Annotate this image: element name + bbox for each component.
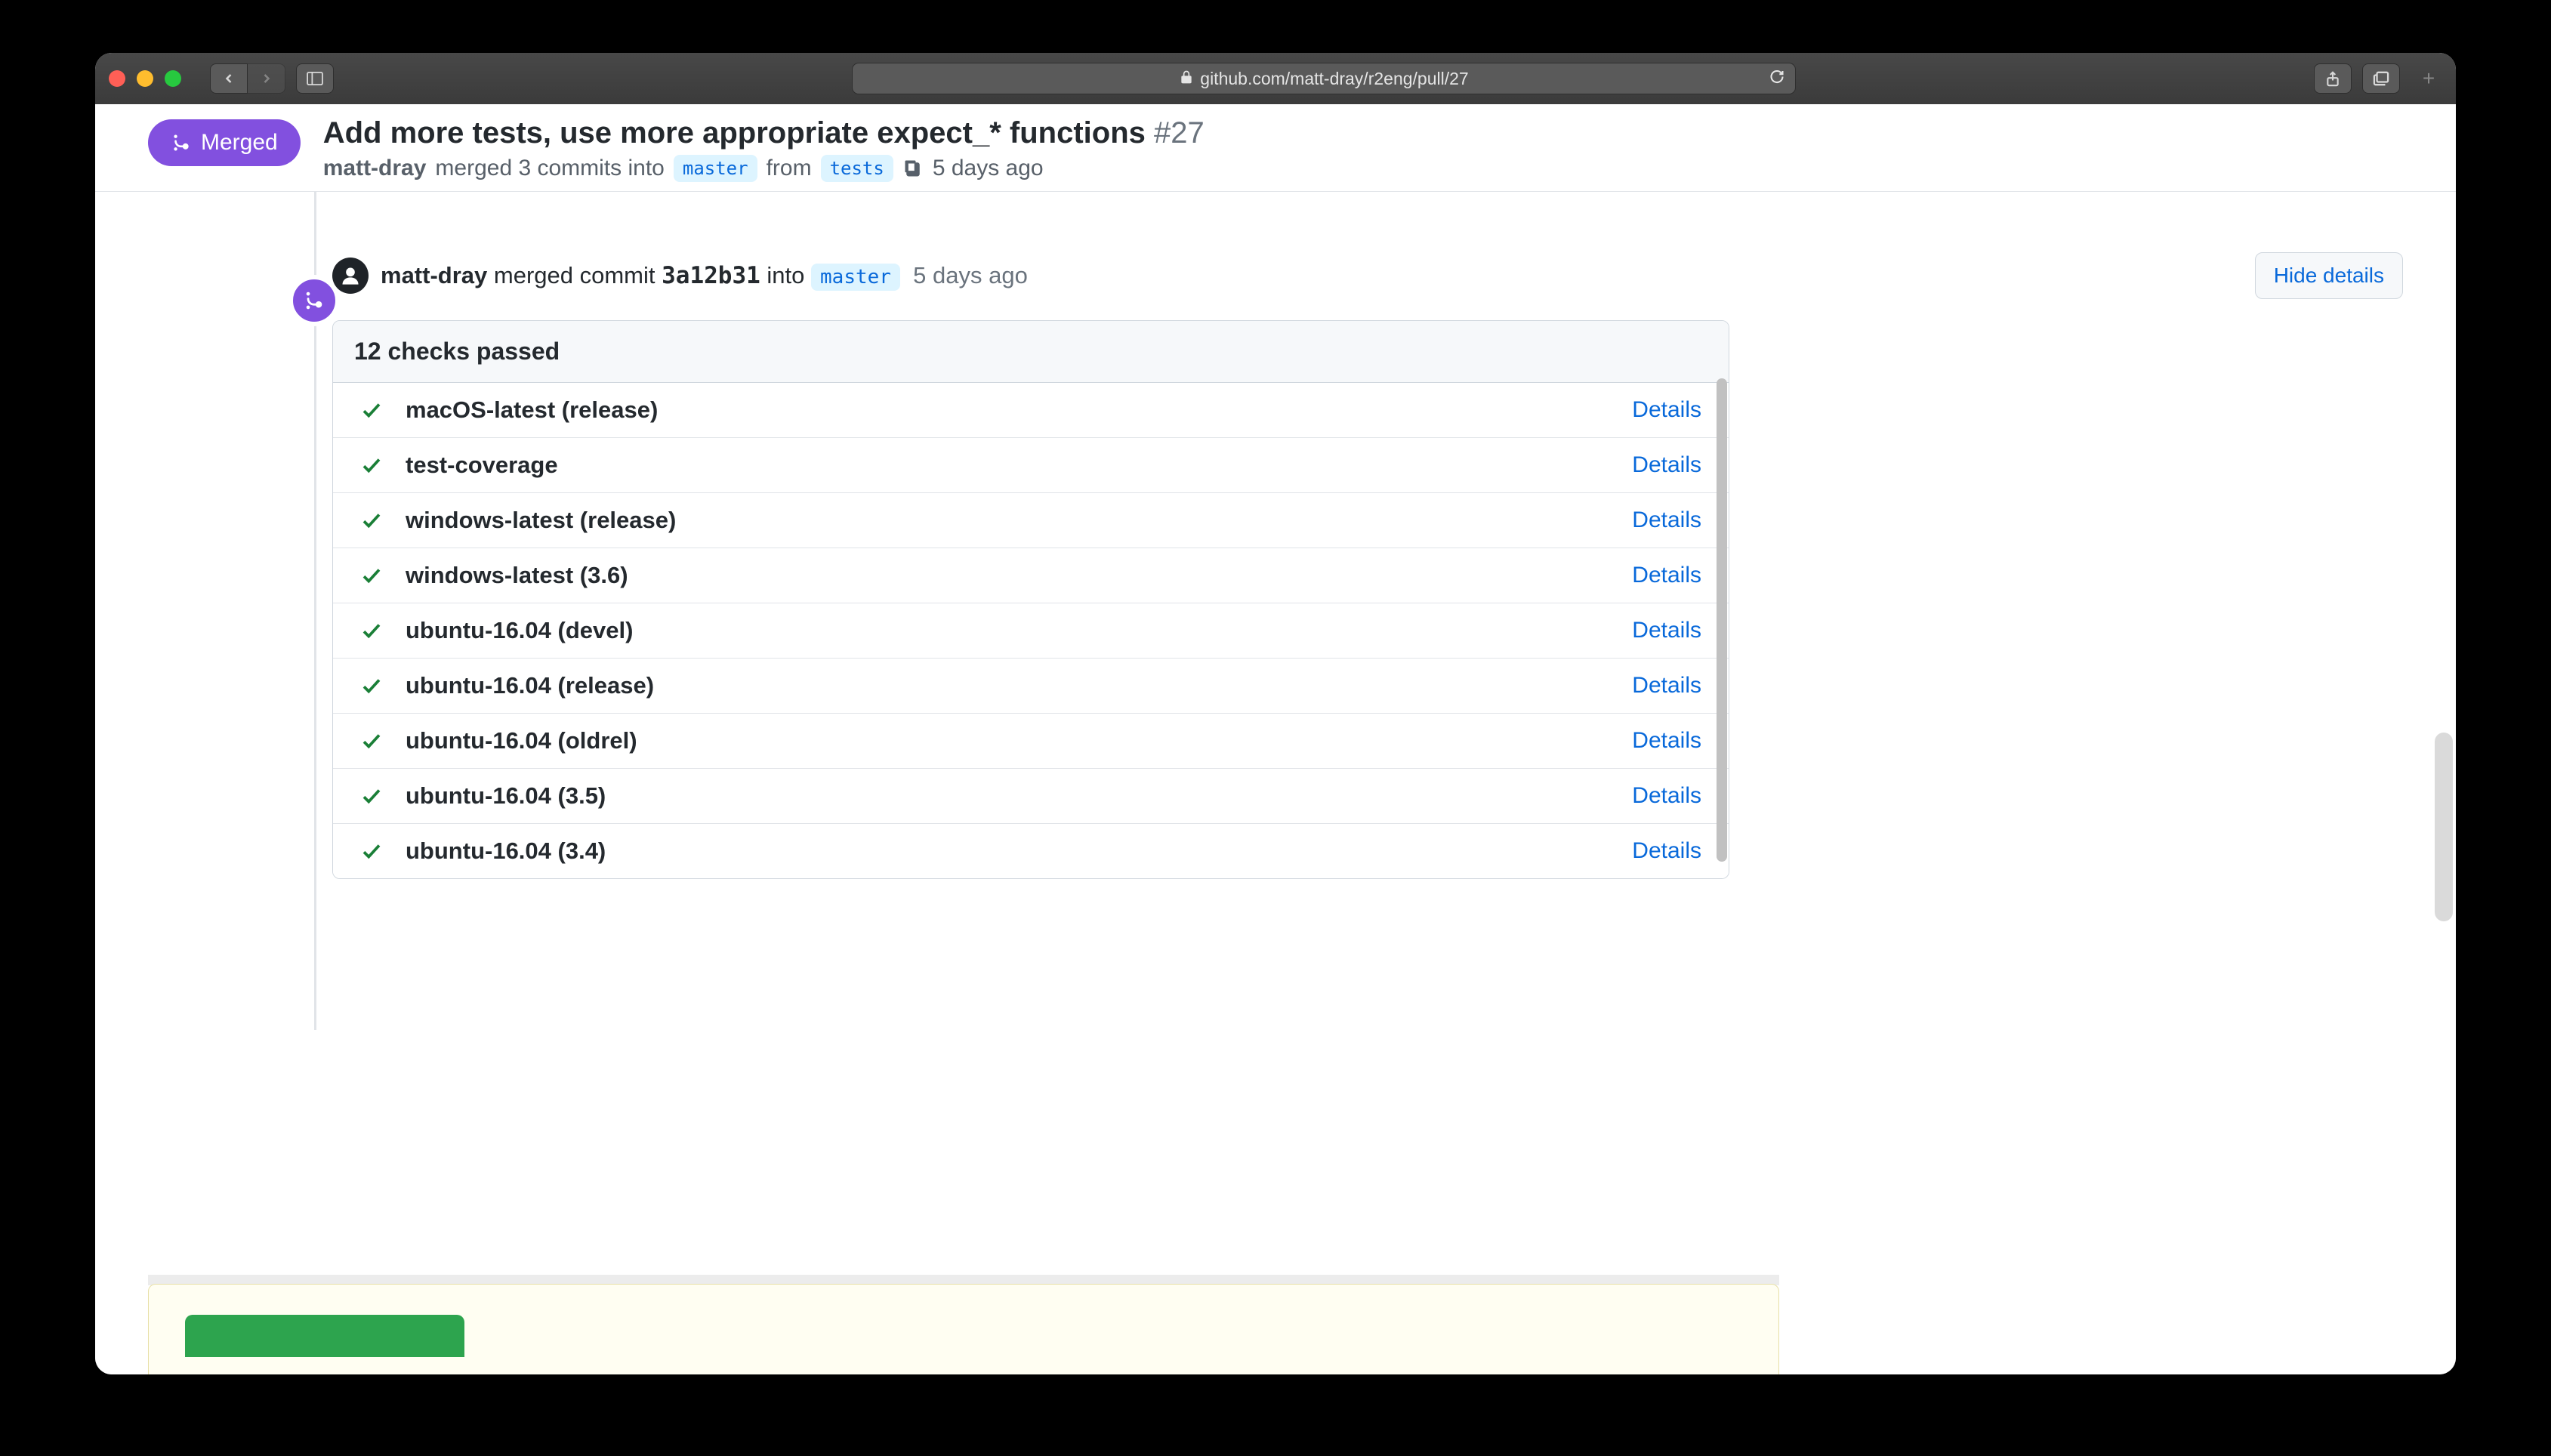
- check-pass-icon: [360, 730, 383, 752]
- check-name: ubuntu-16.04 (oldrel): [406, 727, 1632, 754]
- check-row: ubuntu-16.04 (devel)Details: [333, 603, 1729, 659]
- check-pass-icon: [360, 399, 383, 421]
- merge-into-branch[interactable]: master: [811, 264, 900, 291]
- head-branch[interactable]: tests: [821, 155, 893, 182]
- git-merge-icon: [171, 132, 192, 153]
- check-row: ubuntu-16.04 (oldrel)Details: [333, 714, 1729, 769]
- check-row: macOS-latest (release)Details: [333, 383, 1729, 438]
- check-pass-icon: [360, 564, 383, 587]
- check-pass-icon: [360, 840, 383, 862]
- check-pass-icon: [360, 454, 383, 477]
- address-bar[interactable]: github.com/matt-dray/r2eng/pull/27: [852, 63, 1796, 94]
- new-tab-button[interactable]: +: [2415, 65, 2442, 92]
- pr-title: Add more tests, use more appropriate exp…: [323, 116, 1146, 150]
- checks-header: 12 checks passed: [333, 321, 1729, 383]
- maximize-window-button[interactable]: [165, 70, 181, 87]
- check-details-link[interactable]: Details: [1632, 563, 1701, 588]
- checks-scrollbar[interactable]: [1717, 378, 1727, 862]
- merged-badge: Merged: [148, 119, 301, 166]
- check-details-link[interactable]: Details: [1632, 397, 1701, 423]
- close-window-button[interactable]: [109, 70, 125, 87]
- reload-button[interactable]: [1769, 69, 1784, 89]
- check-name: test-coverage: [406, 452, 1632, 479]
- check-row: ubuntu-16.04 (3.4)Details: [333, 824, 1729, 878]
- check-details-link[interactable]: Details: [1632, 728, 1701, 754]
- avatar[interactable]: [332, 258, 369, 294]
- forward-button[interactable]: [248, 63, 285, 94]
- pr-number: #27: [1154, 116, 1205, 150]
- merge-footer-panel: [148, 1284, 1779, 1374]
- merge-timeline-node: [288, 275, 340, 326]
- pr-subline: matt-dray merged 3 commits into master f…: [323, 155, 2403, 182]
- hide-details-button[interactable]: Hide details: [2255, 252, 2403, 299]
- check-details-link[interactable]: Details: [1632, 507, 1701, 533]
- check-name: macOS-latest (release): [406, 396, 1632, 424]
- check-details-link[interactable]: Details: [1632, 452, 1701, 478]
- pr-header: Merged Add more tests, use more appropri…: [95, 104, 2456, 192]
- check-row: windows-latest (3.6)Details: [333, 548, 1729, 603]
- check-row: ubuntu-16.04 (3.5)Details: [333, 769, 1729, 824]
- check-pass-icon: [360, 619, 383, 642]
- check-name: ubuntu-16.04 (3.5): [406, 782, 1632, 810]
- check-row: windows-latest (release)Details: [333, 493, 1729, 548]
- sidebar-button[interactable]: [296, 63, 334, 94]
- check-details-link[interactable]: Details: [1632, 673, 1701, 699]
- window-controls: [109, 70, 181, 87]
- check-name: windows-latest (release): [406, 507, 1632, 534]
- check-details-link[interactable]: Details: [1632, 783, 1701, 809]
- pr-author[interactable]: matt-dray: [323, 156, 427, 181]
- check-details-link[interactable]: Details: [1632, 618, 1701, 643]
- back-button[interactable]: [210, 63, 248, 94]
- check-name: windows-latest (3.6): [406, 562, 1632, 589]
- share-button[interactable]: [2314, 63, 2352, 94]
- minimize-window-button[interactable]: [137, 70, 153, 87]
- check-details-link[interactable]: Details: [1632, 838, 1701, 864]
- commit-sha[interactable]: 3a12b31: [662, 262, 760, 289]
- check-row: ubuntu-16.04 (release)Details: [333, 659, 1729, 714]
- merge-event-text: matt-dray merged commit 3a12b31 into mas…: [381, 262, 2243, 289]
- merge-when: 5 days ago: [913, 262, 1028, 288]
- green-action-button[interactable]: [185, 1315, 464, 1357]
- copy-branch-icon[interactable]: [902, 158, 924, 179]
- check-name: ubuntu-16.04 (devel): [406, 617, 1632, 644]
- address-bar-url: github.com/matt-dray/r2eng/pull/27: [1200, 69, 1468, 89]
- pr-title-row: Add more tests, use more appropriate exp…: [323, 116, 2403, 150]
- check-pass-icon: [360, 509, 383, 532]
- check-pass-icon: [360, 785, 383, 807]
- lock-icon: [1179, 69, 1194, 89]
- window-scrollbar[interactable]: [2435, 733, 2453, 921]
- check-name: ubuntu-16.04 (release): [406, 672, 1632, 699]
- pr-when: 5 days ago: [933, 156, 1044, 181]
- browser-toolbar: github.com/matt-dray/r2eng/pull/27 +: [95, 53, 2456, 104]
- merged-badge-label: Merged: [201, 130, 278, 156]
- tabs-button[interactable]: [2362, 63, 2400, 94]
- merge-user[interactable]: matt-dray: [381, 262, 487, 288]
- check-name: ubuntu-16.04 (3.4): [406, 838, 1632, 865]
- checks-panel: 12 checks passed macOS-latest (release)D…: [332, 320, 1729, 879]
- check-row: test-coverageDetails: [333, 438, 1729, 493]
- check-pass-icon: [360, 674, 383, 697]
- base-branch[interactable]: master: [674, 155, 757, 182]
